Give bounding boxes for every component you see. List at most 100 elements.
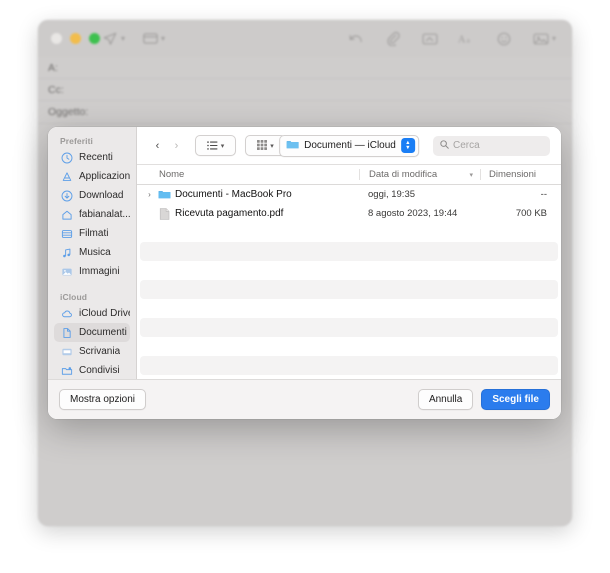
column-header-data[interactable]: Data di modifica ▾ bbox=[359, 169, 480, 180]
list-view-icon bbox=[206, 137, 218, 155]
mail-field-subject-label: Oggetto: bbox=[48, 106, 89, 118]
window-chevron-down-icon[interactable]: ▾ bbox=[161, 34, 165, 43]
column-header-nome[interactable]: Nome bbox=[137, 169, 359, 180]
applications-icon bbox=[60, 170, 73, 183]
empty-row bbox=[140, 242, 558, 261]
sidebar-item-label: fabianalat... bbox=[79, 209, 130, 220]
dialog-body: Preferiti Recenti Applicazioni Download bbox=[48, 127, 561, 379]
empty-row bbox=[140, 261, 558, 280]
sidebar-item-label: Condivisi bbox=[79, 365, 120, 376]
icon-view-chevron-down-icon: ▾ bbox=[270, 142, 274, 150]
file-size-cell: 700 KB bbox=[515, 208, 547, 219]
folder-icon bbox=[286, 139, 299, 153]
mail-field-cc-label: Cc: bbox=[48, 83, 64, 96]
show-options-button[interactable]: Mostra opzioni bbox=[59, 389, 147, 410]
sidebar-item-recenti[interactable]: Recenti bbox=[54, 148, 130, 167]
file-list: › Documenti - MacBook Pro oggi, 19:35 -- bbox=[137, 185, 561, 379]
minimize-window-button[interactable] bbox=[70, 33, 81, 44]
dialog-footer: Mostra opzioni Annulla Scegli file bbox=[48, 379, 561, 419]
download-icon bbox=[60, 189, 73, 202]
sidebar-item-label: Download bbox=[79, 190, 124, 201]
send-icon[interactable] bbox=[100, 29, 120, 48]
sidebar-item-label: Recenti bbox=[79, 152, 113, 163]
file-size-cell: -- bbox=[540, 189, 547, 200]
pdf-document-icon bbox=[158, 207, 171, 220]
path-popup-label: Documenti — iCloud bbox=[304, 140, 396, 151]
sidebar-item-icloud-drive[interactable]: iCloud Drive bbox=[54, 304, 130, 323]
photos-icon[interactable] bbox=[531, 29, 551, 48]
mail-field-cc[interactable]: Cc: bbox=[38, 79, 572, 101]
file-name-cell: Ricevuta pagamento.pdf bbox=[140, 207, 359, 220]
window-icon[interactable] bbox=[140, 29, 160, 48]
close-window-button[interactable] bbox=[51, 33, 62, 44]
sidebar-section-header-preferiti: Preferiti bbox=[60, 136, 94, 146]
sidebar: Preferiti Recenti Applicazioni Download bbox=[48, 127, 137, 379]
mail-field-to[interactable]: A: bbox=[38, 57, 572, 79]
document-icon bbox=[60, 326, 73, 339]
empty-row bbox=[140, 318, 558, 337]
file-date-cell: oggi, 19:35 bbox=[368, 189, 416, 200]
text-format-icon[interactable]: Aa bbox=[457, 29, 477, 48]
sidebar-section-header-icloud: iCloud bbox=[60, 292, 88, 302]
markup-icon[interactable] bbox=[420, 29, 440, 48]
svg-text:A: A bbox=[458, 34, 466, 45]
sidebar-item-label: Documenti bbox=[79, 327, 127, 338]
empty-row bbox=[140, 223, 558, 242]
sidebar-item-filmati[interactable]: Filmati bbox=[54, 224, 130, 243]
navigation-buttons: ‹ › bbox=[148, 136, 186, 155]
sidebar-item-documenti[interactable]: Documenti bbox=[54, 323, 130, 342]
home-icon bbox=[60, 208, 73, 221]
sidebar-item-label: Scrivania bbox=[79, 346, 121, 357]
list-view-chevron-down-icon: ▾ bbox=[220, 142, 225, 150]
choose-file-button[interactable]: Scegli file bbox=[481, 389, 550, 410]
sidebar-item-scrivania[interactable]: Scrivania bbox=[54, 342, 130, 361]
cancel-button[interactable]: Annulla bbox=[417, 389, 474, 410]
sidebar-item-applicazioni[interactable]: Applicazioni bbox=[54, 167, 130, 186]
forward-chevron-right-icon[interactable]: › bbox=[167, 136, 186, 155]
sidebar-item-condivisi[interactable]: Condivisi bbox=[54, 361, 130, 379]
file-browser-pane: ‹ › ▾ ▾ Documenti — iCloud ▲ ▼ Cerca Nom… bbox=[137, 127, 561, 379]
empty-row bbox=[140, 280, 558, 299]
attach-paperclip-icon[interactable] bbox=[383, 29, 403, 48]
table-row[interactable]: Ricevuta pagamento.pdf 8 agosto 2023, 19… bbox=[140, 204, 558, 223]
sidebar-item-home[interactable]: fabianalat... bbox=[54, 205, 130, 224]
sidebar-item-immagini[interactable]: Immagini bbox=[54, 262, 130, 281]
icon-view-icon bbox=[257, 137, 268, 155]
desktop-icon bbox=[60, 345, 73, 358]
sidebar-item-download[interactable]: Download bbox=[54, 186, 130, 205]
sidebar-item-musica[interactable]: Musica bbox=[54, 243, 130, 262]
column-header-dimensioni[interactable]: Dimensioni bbox=[480, 169, 561, 180]
up-down-stepper-icon[interactable]: ▲ ▼ bbox=[400, 138, 415, 153]
disclosure-triangle-icon[interactable]: › bbox=[145, 190, 154, 199]
clock-icon bbox=[60, 151, 73, 164]
mail-header-fields: A: Cc: Oggetto: bbox=[38, 57, 572, 124]
undo-icon[interactable] bbox=[346, 29, 366, 48]
search-field[interactable]: Cerca bbox=[433, 135, 550, 156]
send-chevron-down-icon[interactable]: ▾ bbox=[121, 34, 125, 43]
pictures-icon bbox=[60, 265, 73, 278]
photos-chevron-down-icon[interactable]: ▾ bbox=[552, 34, 556, 43]
search-placeholder: Cerca bbox=[453, 140, 480, 151]
zoom-window-button[interactable] bbox=[89, 33, 100, 44]
sidebar-item-label: Applicazioni bbox=[79, 171, 130, 182]
search-icon bbox=[440, 140, 449, 151]
svg-text:a: a bbox=[467, 35, 471, 44]
column-header-row: Nome Data di modifica ▾ Dimensioni bbox=[137, 164, 561, 185]
folder-icon bbox=[158, 188, 171, 201]
file-picker-dialog: Preferiti Recenti Applicazioni Download bbox=[48, 127, 561, 419]
mail-field-subject[interactable]: Oggetto: bbox=[38, 101, 572, 124]
mail-titlebar: ▾ ▾ Aa ▾ bbox=[38, 20, 572, 58]
list-view-button[interactable]: ▾ bbox=[195, 135, 236, 156]
empty-row bbox=[140, 356, 558, 375]
file-date-cell: 8 agosto 2023, 19:44 bbox=[368, 208, 458, 219]
movies-icon bbox=[60, 227, 73, 240]
sidebar-item-label: Filmati bbox=[79, 228, 109, 239]
empty-row bbox=[140, 337, 558, 356]
path-popup-button[interactable]: Documenti — iCloud ▲ ▼ bbox=[279, 134, 419, 157]
music-icon bbox=[60, 246, 73, 259]
emoji-icon[interactable] bbox=[494, 29, 514, 48]
file-name-cell: › Documenti - MacBook Pro bbox=[140, 188, 359, 201]
table-row[interactable]: › Documenti - MacBook Pro oggi, 19:35 -- bbox=[140, 185, 558, 204]
cloud-icon bbox=[60, 307, 73, 320]
back-chevron-left-icon[interactable]: ‹ bbox=[148, 136, 167, 155]
